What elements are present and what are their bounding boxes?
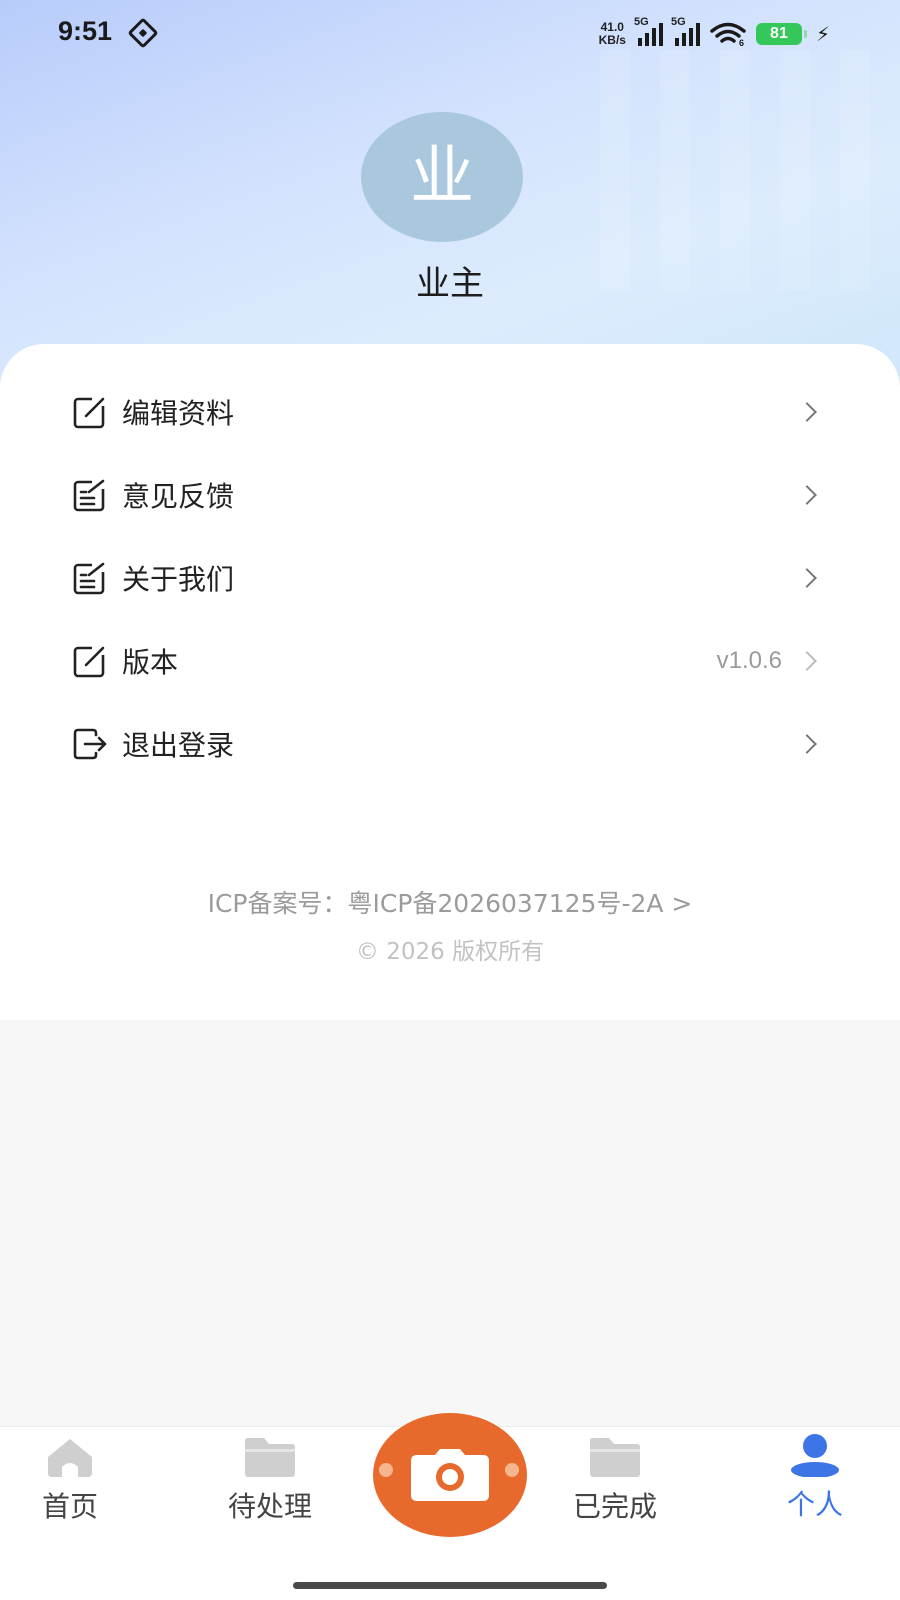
menu-item-label: 编辑资料 xyxy=(122,396,235,430)
home-indicator[interactable] xyxy=(293,1582,607,1589)
tab-completed[interactable]: 已完成 xyxy=(545,1427,685,1525)
version-icon xyxy=(73,644,106,677)
chevron-right-icon xyxy=(797,733,817,754)
camera-button-dot xyxy=(379,1463,393,1477)
charging-icon: ⚡ xyxy=(815,22,830,46)
status-indicators: 41.0 KB/s 5G 5G 6 81 ⚡ xyxy=(599,16,830,52)
wifi-icon: 6 xyxy=(710,22,746,46)
menu-item-about-us[interactable]: 关于我们 xyxy=(0,536,900,619)
tab-label: 待处理 xyxy=(227,1490,312,1523)
user-icon xyxy=(791,1434,839,1477)
status-bar: 9:51 41.0 KB/s 5G 5G 6 81 ⚡ xyxy=(0,0,900,70)
network-speed: 41.0 KB/s xyxy=(599,21,626,47)
copyright-text: © 2026 版权所有 xyxy=(355,939,545,965)
tab-label: 首页 xyxy=(41,1490,98,1523)
signal-icon: 5G xyxy=(671,16,700,46)
folder-icon xyxy=(590,1438,640,1477)
svg-text:6: 6 xyxy=(739,38,744,46)
battery-icon: 81 xyxy=(755,23,807,45)
status-time: 9:51 xyxy=(58,16,113,46)
about-icon xyxy=(73,561,106,594)
avatar[interactable]: 业 xyxy=(361,112,523,242)
signal-icon: 5G xyxy=(634,16,663,46)
camera-button[interactable] xyxy=(373,1413,527,1537)
menu-item-feedback[interactable]: 意见反馈 xyxy=(0,453,900,536)
user-name: 业主 xyxy=(416,264,484,304)
dnd-icon xyxy=(127,17,159,49)
tab-label: 已完成 xyxy=(572,1490,657,1523)
logout-icon xyxy=(73,728,107,759)
folder-icon xyxy=(245,1438,295,1477)
header-decoration xyxy=(600,50,880,290)
menu-item-edit-profile[interactable]: 编辑资料 xyxy=(0,370,900,453)
tab-pending[interactable]: 待处理 xyxy=(200,1427,340,1525)
tab-home[interactable]: 首页 xyxy=(0,1427,140,1525)
chevron-right-icon xyxy=(797,401,817,422)
tab-personal[interactable]: 个人 xyxy=(745,1427,885,1523)
menu-item-label: 意见反馈 xyxy=(122,479,235,513)
camera-button-dot xyxy=(505,1463,519,1477)
chevron-right-icon xyxy=(797,484,817,505)
version-value: v1.0.6 xyxy=(716,646,782,674)
menu-item-version[interactable]: 版本 v1.0.6 xyxy=(0,619,900,702)
feedback-icon xyxy=(73,478,106,511)
menu-card: 编辑资料 意见反馈 关于我们 版本 v1.0.6 退出登录 ICP备案号：粤IC… xyxy=(0,344,900,1020)
menu-list: 编辑资料 意见反馈 关于我们 版本 v1.0.6 退出登录 xyxy=(0,370,900,785)
menu-item-label: 退出登录 xyxy=(122,728,235,762)
menu-item-label: 关于我们 xyxy=(122,562,235,596)
menu-item-label: 版本 xyxy=(122,645,179,679)
chevron-right-icon xyxy=(797,567,817,588)
icp-record-link[interactable]: ICP备案号：粤ICP备2026037125号-2A > xyxy=(0,884,900,920)
edit-icon xyxy=(73,395,106,428)
menu-item-logout[interactable]: 退出登录 xyxy=(0,702,900,785)
home-icon xyxy=(48,1439,92,1477)
signal-label: 5G xyxy=(633,16,649,28)
chevron-right-icon xyxy=(797,650,817,671)
network-speed-unit: KB/s xyxy=(598,33,626,47)
tab-label: 个人 xyxy=(786,1488,843,1521)
camera-icon xyxy=(411,1449,489,1501)
signal-label: 5G xyxy=(670,16,686,28)
